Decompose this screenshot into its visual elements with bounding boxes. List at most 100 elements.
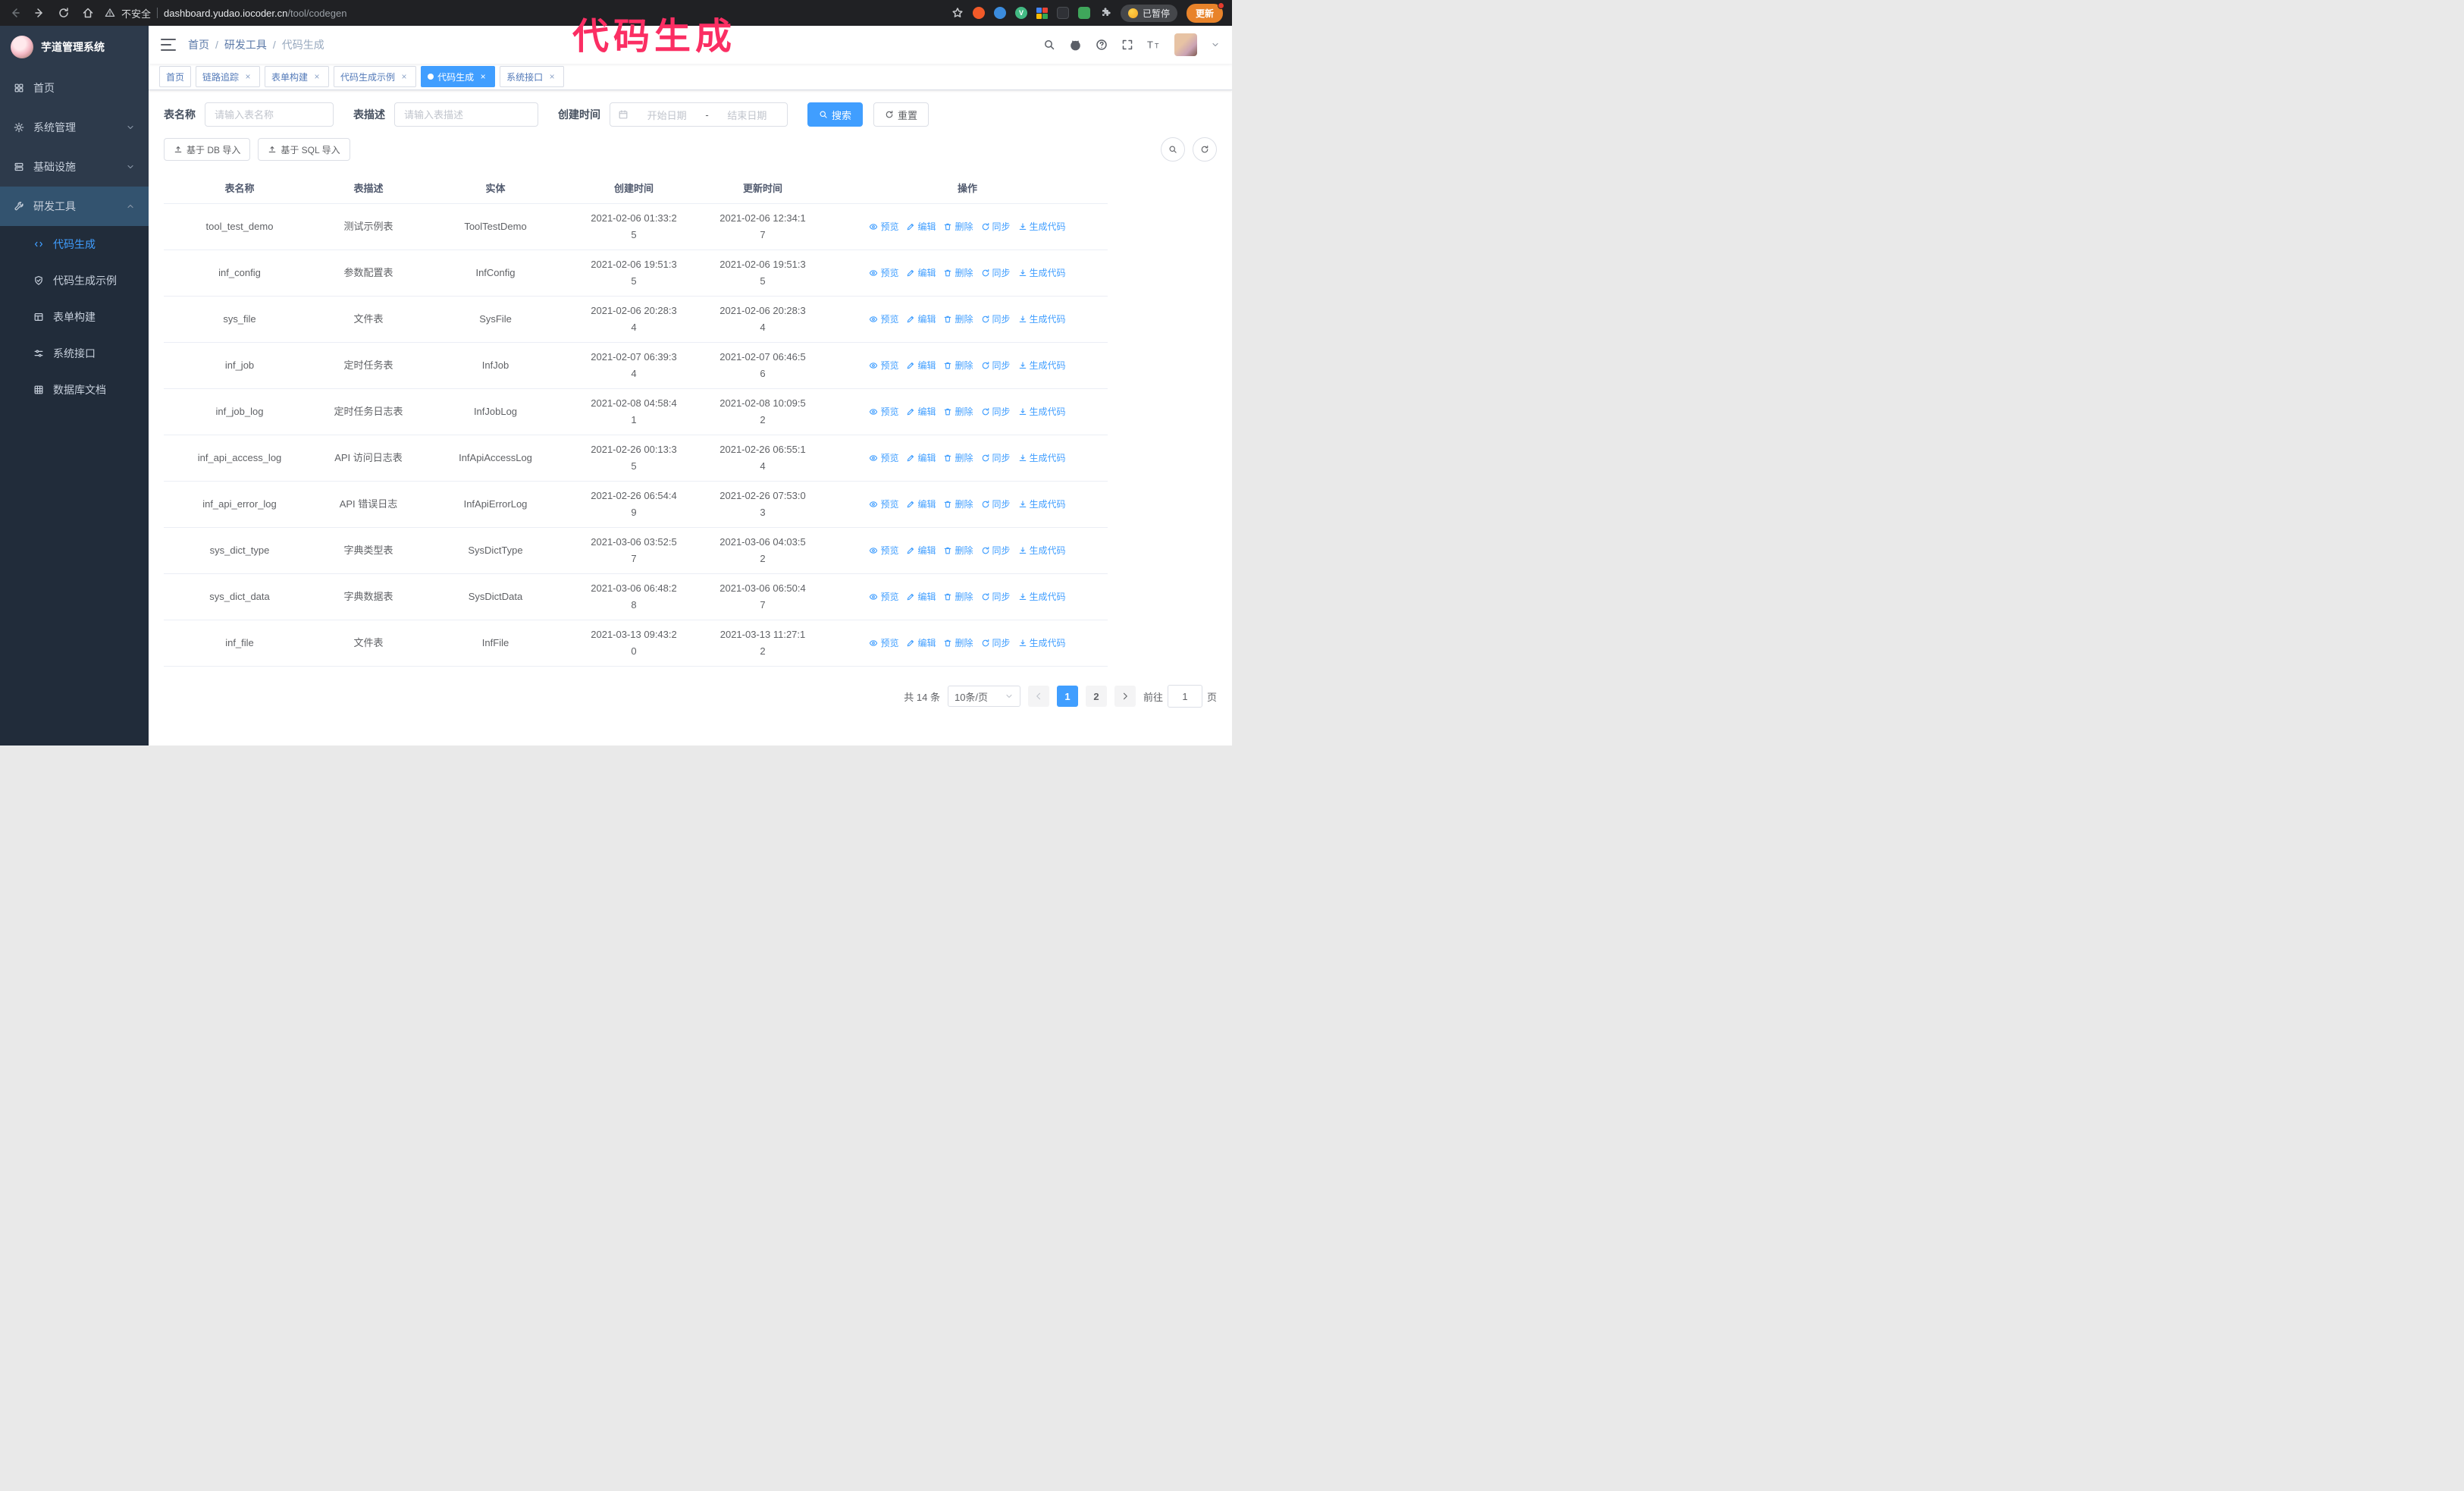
sidebar-item-code-generation[interactable]: 代码生成 <box>0 226 149 262</box>
tab-system-api[interactable]: 系统接口 × <box>500 66 565 87</box>
goto-page-input[interactable] <box>1167 685 1202 708</box>
preview-link[interactable]: 预览 <box>869 635 898 651</box>
import-sql-button[interactable]: 基于 SQL 导入 <box>258 138 350 161</box>
font-size-icon[interactable]: TT <box>1147 39 1161 51</box>
sidebar-item-code-generation-example[interactable]: 代码生成示例 <box>0 262 149 299</box>
generate-code-link[interactable]: 生成代码 <box>1018 496 1066 513</box>
edit-link[interactable]: 编辑 <box>906 635 936 651</box>
delete-link[interactable]: 删除 <box>943 542 973 559</box>
preview-link[interactable]: 预览 <box>869 357 898 374</box>
delete-link[interactable]: 删除 <box>943 589 973 605</box>
generate-code-link[interactable]: 生成代码 <box>1018 450 1066 466</box>
tab-close-icon[interactable]: × <box>478 71 488 82</box>
edit-link[interactable]: 编辑 <box>906 450 936 466</box>
breadcrumb-item-dev-tools[interactable]: 研发工具 <box>224 37 267 52</box>
sidebar-item-home[interactable]: 首页 <box>0 68 149 108</box>
edit-link[interactable]: 编辑 <box>906 589 936 605</box>
tab-form-builder[interactable]: 表单构建 × <box>265 66 330 87</box>
generate-code-link[interactable]: 生成代码 <box>1018 357 1066 374</box>
extension-icon-orange[interactable] <box>972 7 985 19</box>
edit-link[interactable]: 编辑 <box>906 265 936 281</box>
hamburger-icon[interactable] <box>161 39 176 51</box>
delete-link[interactable]: 删除 <box>943 357 973 374</box>
sync-link[interactable]: 同步 <box>981 265 1011 281</box>
tab-close-icon[interactable]: × <box>399 71 409 82</box>
tab-trace[interactable]: 链路追踪 × <box>196 66 261 87</box>
warning-icon[interactable] <box>105 8 115 18</box>
refresh-table-button[interactable] <box>1193 137 1217 162</box>
table-name-input[interactable] <box>205 102 334 127</box>
extension-icon-grid[interactable] <box>1036 7 1048 19</box>
generate-code-link[interactable]: 生成代码 <box>1018 218 1066 235</box>
tab-codegen-example[interactable]: 代码生成示例 × <box>334 66 417 87</box>
profile-paused-chip[interactable]: 已暂停 <box>1120 4 1177 22</box>
github-icon[interactable] <box>1069 39 1082 52</box>
tab-close-icon[interactable]: × <box>312 71 322 82</box>
edit-link[interactable]: 编辑 <box>906 496 936 513</box>
edit-link[interactable]: 编辑 <box>906 218 936 235</box>
delete-link[interactable]: 删除 <box>943 450 973 466</box>
preview-link[interactable]: 预览 <box>869 218 898 235</box>
forward-icon[interactable] <box>33 7 45 19</box>
sidebar-item-system-management[interactable]: 系统管理 <box>0 108 149 147</box>
generate-code-link[interactable]: 生成代码 <box>1018 403 1066 420</box>
preview-link[interactable]: 预览 <box>869 542 898 559</box>
preview-link[interactable]: 预览 <box>869 450 898 466</box>
sync-link[interactable]: 同步 <box>981 311 1011 328</box>
sync-link[interactable]: 同步 <box>981 450 1011 466</box>
edit-link[interactable]: 编辑 <box>906 357 936 374</box>
edit-link[interactable]: 编辑 <box>906 403 936 420</box>
page-button-2[interactable]: 2 <box>1085 686 1107 707</box>
tab-close-icon[interactable]: × <box>243 71 253 82</box>
page-button-1[interactable]: 1 <box>1056 686 1078 707</box>
delete-link[interactable]: 删除 <box>943 218 973 235</box>
sidebar-item-system-api[interactable]: 系统接口 <box>0 335 149 372</box>
sync-link[interactable]: 同步 <box>981 542 1011 559</box>
extension-icon-green[interactable] <box>1077 7 1090 19</box>
sidebar-logo[interactable]: 芋道管理系统 <box>0 26 149 68</box>
sync-link[interactable]: 同步 <box>981 589 1011 605</box>
reset-button[interactable]: 重置 <box>873 102 929 127</box>
extensions-puzzle-icon[interactable] <box>1099 7 1111 19</box>
back-icon[interactable] <box>9 7 21 19</box>
bookmark-star-icon[interactable] <box>951 7 964 19</box>
sidebar-item-form-builder[interactable]: 表单构建 <box>0 299 149 335</box>
generate-code-link[interactable]: 生成代码 <box>1018 589 1066 605</box>
delete-link[interactable]: 删除 <box>943 635 973 651</box>
vue-devtools-icon[interactable]: V <box>1014 7 1027 19</box>
preview-link[interactable]: 预览 <box>869 403 898 420</box>
help-icon[interactable] <box>1096 39 1108 51</box>
address-bar[interactable]: 不安全 dashboard.yudao.iocoder.cn/tool/code… <box>105 6 941 20</box>
table-desc-input[interactable] <box>394 102 538 127</box>
delete-link[interactable]: 删除 <box>943 311 973 328</box>
preview-link[interactable]: 预览 <box>869 496 898 513</box>
edit-link[interactable]: 编辑 <box>906 542 936 559</box>
tab-home[interactable]: 首页 <box>159 66 192 87</box>
delete-link[interactable]: 删除 <box>943 496 973 513</box>
delete-link[interactable]: 删除 <box>943 403 973 420</box>
reload-icon[interactable] <box>58 7 70 19</box>
sync-link[interactable]: 同步 <box>981 218 1011 235</box>
user-avatar[interactable] <box>1174 33 1197 56</box>
generate-code-link[interactable]: 生成代码 <box>1018 265 1066 281</box>
sync-link[interactable]: 同步 <box>981 496 1011 513</box>
generate-code-link[interactable]: 生成代码 <box>1018 311 1066 328</box>
next-page-button[interactable] <box>1114 686 1136 707</box>
toggle-search-button[interactable] <box>1161 137 1185 162</box>
sync-link[interactable]: 同步 <box>981 357 1011 374</box>
search-icon[interactable] <box>1043 39 1055 51</box>
search-button[interactable]: 搜索 <box>807 102 864 127</box>
edit-link[interactable]: 编辑 <box>906 311 936 328</box>
tab-close-icon[interactable]: × <box>547 71 557 82</box>
extension-icon-blue[interactable] <box>993 7 1006 19</box>
import-db-button[interactable]: 基于 DB 导入 <box>164 138 251 161</box>
preview-link[interactable]: 预览 <box>869 311 898 328</box>
home-icon[interactable] <box>82 7 94 19</box>
generate-code-link[interactable]: 生成代码 <box>1018 542 1066 559</box>
sidebar-item-database-docs[interactable]: 数据库文档 <box>0 372 149 408</box>
extension-icon-dark[interactable] <box>1056 7 1069 19</box>
prev-page-button[interactable] <box>1027 686 1049 707</box>
sidebar-item-dev-tools[interactable]: 研发工具 <box>0 187 149 226</box>
preview-link[interactable]: 预览 <box>869 589 898 605</box>
sync-link[interactable]: 同步 <box>981 403 1011 420</box>
